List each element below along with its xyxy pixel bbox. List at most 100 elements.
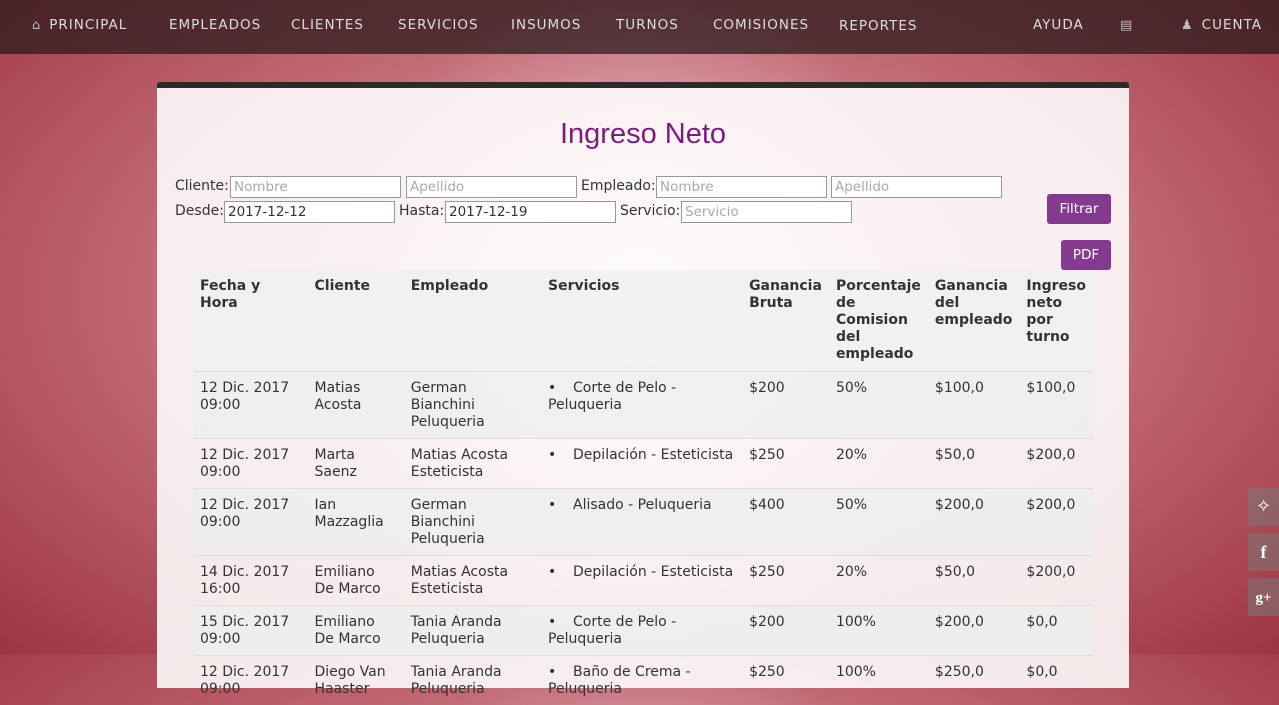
cell-fecha: 12 Dic. 2017 09:00 bbox=[193, 656, 308, 705]
table-row: 15 Dic. 2017 09:00 Emiliano De Marco Tan… bbox=[193, 606, 1093, 656]
servicio-input[interactable] bbox=[681, 201, 852, 223]
cell-cliente: Emiliano De Marco bbox=[308, 556, 404, 606]
cell-fecha: 12 Dic. 2017 09:00 bbox=[193, 439, 308, 489]
cell-servicios: •Alisado - Peluqueria bbox=[541, 489, 742, 556]
calendar-icon: ▤ bbox=[1120, 18, 1133, 33]
cell-cliente: Matias Acosta bbox=[308, 372, 404, 439]
cell-servicios: •Baño de Crema - Peluqueria bbox=[541, 656, 742, 705]
nav-reportes-label: REPORTES bbox=[839, 18, 917, 34]
cell-fecha: 15 Dic. 2017 09:00 bbox=[193, 606, 308, 656]
cliente-label: Cliente: bbox=[175, 178, 229, 194]
twitter-button[interactable]: ✧ bbox=[1248, 488, 1279, 526]
hasta-label: Hasta: bbox=[399, 203, 444, 219]
nav-ayuda[interactable]: AYUDA bbox=[1033, 0, 1084, 54]
pdf-button[interactable]: PDF bbox=[1061, 240, 1111, 270]
nav-reportes[interactable]: REPORTES bbox=[839, 1, 917, 55]
cell-ingreso-neto: $0,0 bbox=[1019, 606, 1093, 656]
home-icon: ⌂ bbox=[32, 18, 41, 33]
cell-ingreso-neto: $200,0 bbox=[1019, 439, 1093, 489]
nav-cuenta-label: CUENTA bbox=[1202, 17, 1262, 33]
header-fecha[interactable]: Fecha y Hora bbox=[193, 270, 308, 372]
cell-empleado: German Bianchini Peluqueria bbox=[404, 372, 541, 439]
cell-fecha: 12 Dic. 2017 09:00 bbox=[193, 489, 308, 556]
cell-porcentaje: 100% bbox=[829, 656, 928, 705]
facebook-icon: f bbox=[1261, 542, 1267, 562]
cell-ganancia-bruta: $250 bbox=[742, 556, 829, 606]
cell-cliente: Ian Mazzaglia bbox=[308, 489, 404, 556]
servicio-item: Depilación - Esteticista bbox=[573, 564, 733, 580]
header-servicios[interactable]: Servicios bbox=[541, 270, 742, 372]
table-header-row: Fecha y Hora Cliente Empleado Servicios … bbox=[193, 270, 1093, 372]
cliente-nombre-input[interactable] bbox=[230, 176, 401, 198]
cliente-apellido-input[interactable] bbox=[406, 176, 577, 198]
nav-cuenta[interactable]: ♟ CUENTA bbox=[1181, 0, 1262, 54]
user-icon: ♟ bbox=[1181, 18, 1194, 33]
hasta-date-input[interactable] bbox=[445, 201, 616, 223]
nav-principal[interactable]: ⌂ PRINCIPAL bbox=[32, 0, 127, 54]
filtrar-button[interactable]: Filtrar bbox=[1047, 194, 1111, 224]
nav-servicios[interactable]: SERVICIOS bbox=[398, 0, 479, 54]
nav-principal-label: PRINCIPAL bbox=[49, 17, 127, 33]
nav-empleados-label: EMPLEADOS bbox=[169, 17, 261, 33]
cell-ganancia-empleado: $200,0 bbox=[928, 489, 1019, 556]
cell-servicios: •Corte de Pelo - Peluqueria bbox=[541, 372, 742, 439]
nav-empleados[interactable]: EMPLEADOS bbox=[169, 0, 261, 54]
empleado-apellido-input[interactable] bbox=[831, 176, 1002, 198]
nav-insumos[interactable]: INSUMOS bbox=[511, 0, 581, 54]
cell-cliente: Emiliano De Marco bbox=[308, 606, 404, 656]
nav-insumos-label: INSUMOS bbox=[511, 17, 581, 33]
bullet: • bbox=[548, 664, 573, 681]
header-empleado[interactable]: Empleado bbox=[404, 270, 541, 372]
cell-porcentaje: 20% bbox=[829, 439, 928, 489]
cell-cliente: Diego Van Haaster bbox=[308, 656, 404, 705]
cell-empleado: German Bianchini Peluqueria bbox=[404, 489, 541, 556]
cell-porcentaje: 100% bbox=[829, 606, 928, 656]
cell-ganancia-empleado: $100,0 bbox=[928, 372, 1019, 439]
cell-servicios: •Depilación - Esteticista bbox=[541, 556, 742, 606]
bullet: • bbox=[548, 497, 573, 514]
cell-porcentaje: 20% bbox=[829, 556, 928, 606]
cell-porcentaje: 50% bbox=[829, 372, 928, 439]
header-porcentaje[interactable]: Porcentaje de Comision del empleado bbox=[829, 270, 928, 372]
header-cliente[interactable]: Cliente bbox=[308, 270, 404, 372]
report-panel: Ingreso Neto Cliente: Empleado: Desde: H… bbox=[157, 82, 1129, 688]
ingreso-neto-table: Fecha y Hora Cliente Empleado Servicios … bbox=[193, 270, 1093, 705]
cell-servicios: •Depilación - Esteticista bbox=[541, 439, 742, 489]
header-ingreso-neto[interactable]: Ingreso neto por turno bbox=[1019, 270, 1093, 372]
facebook-button[interactable]: f bbox=[1248, 533, 1279, 571]
google-plus-icon: g+ bbox=[1255, 590, 1271, 606]
nav-turnos-label: TURNOS bbox=[616, 17, 679, 33]
cell-servicios: •Corte de Pelo - Peluqueria bbox=[541, 606, 742, 656]
bullet: • bbox=[548, 380, 573, 397]
header-ganancia-empleado[interactable]: Ganancia del empleado bbox=[928, 270, 1019, 372]
cell-ingreso-neto: $200,0 bbox=[1019, 556, 1093, 606]
cell-ganancia-empleado: $50,0 bbox=[928, 439, 1019, 489]
cell-ganancia-bruta: $200 bbox=[742, 372, 829, 439]
cell-ganancia-bruta: $250 bbox=[742, 439, 829, 489]
cell-empleado: Matias Acosta Esteticista bbox=[404, 439, 541, 489]
cell-ingreso-neto: $0,0 bbox=[1019, 656, 1093, 705]
header-ganancia-bruta[interactable]: Ganancia Bruta bbox=[742, 270, 829, 372]
empleado-nombre-input[interactable] bbox=[656, 176, 827, 198]
nav-comisiones[interactable]: COMISIONES bbox=[713, 0, 809, 54]
bullet: • bbox=[548, 564, 573, 581]
nav-servicios-label: SERVICIOS bbox=[398, 17, 479, 33]
cell-ingreso-neto: $100,0 bbox=[1019, 372, 1093, 439]
cell-empleado: Matias Acosta Esteticista bbox=[404, 556, 541, 606]
nav-ayuda-label: AYUDA bbox=[1033, 17, 1084, 33]
table-row: 12 Dic. 2017 09:00 Marta Saenz Matias Ac… bbox=[193, 439, 1093, 489]
desde-label: Desde: bbox=[175, 203, 224, 219]
nav-clientes[interactable]: CLIENTES bbox=[291, 0, 364, 54]
bullet: • bbox=[548, 447, 573, 464]
top-navbar: ⌂PRINCIPAL EMPLEADOS CLIENTES SERVICIOS … bbox=[0, 0, 1279, 54]
servicio-item: Depilación - Esteticista bbox=[573, 447, 733, 463]
nav-clientes-label: CLIENTES bbox=[291, 17, 364, 33]
nav-calendar[interactable]: ▤ bbox=[1120, 0, 1141, 54]
nav-comisiones-label: COMISIONES bbox=[713, 17, 809, 33]
twitter-icon: ✧ bbox=[1256, 496, 1271, 517]
google-plus-button[interactable]: g+ bbox=[1248, 578, 1279, 616]
nav-turnos[interactable]: TURNOS bbox=[616, 0, 679, 54]
desde-date-input[interactable] bbox=[224, 201, 395, 223]
cell-fecha: 12 Dic. 2017 09:00 bbox=[193, 372, 308, 439]
cell-ganancia-bruta: $200 bbox=[742, 606, 829, 656]
